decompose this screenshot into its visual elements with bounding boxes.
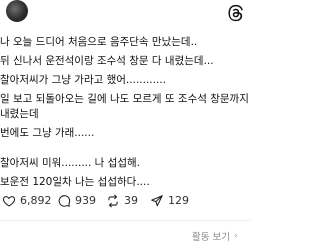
- threads-logo-icon[interactable]: [227, 4, 245, 22]
- activity-link[interactable]: 활동 보기 ›: [192, 228, 238, 244]
- post-actions: 6,892 939 39 129: [0, 192, 250, 210]
- comment-count: 939: [75, 194, 96, 207]
- avatar[interactable]: [6, 0, 28, 22]
- comment-button[interactable]: 939: [57, 192, 96, 210]
- comment-icon: [58, 195, 71, 207]
- share-count: 129: [168, 194, 189, 207]
- post-text-line: 찰아저씨가 그냥 가라고 했어............: [0, 74, 166, 86]
- repost-button[interactable]: 39: [106, 192, 138, 210]
- chevron-right-icon: ›: [233, 231, 238, 241]
- repost-icon: [108, 194, 118, 208]
- post-text-line: 뒤 신나서 운전석이랑 조수석 창문 다 내렸는데...: [0, 55, 214, 67]
- repost-count: 39: [124, 194, 138, 207]
- share-button[interactable]: 129: [150, 192, 189, 210]
- post-text-line: 보운전 120일차 나는 섭섭하다....: [0, 176, 150, 188]
- share-icon: [151, 195, 163, 207]
- activity-label: 활동 보기: [192, 232, 230, 243]
- post-text-line: 내렸는데: [0, 108, 39, 120]
- post-text-line: 찰아저씨 미워......... 나 섭섭해.: [0, 157, 140, 169]
- like-button[interactable]: 6,892: [2, 192, 52, 210]
- divider: [0, 220, 250, 221]
- like-count: 6,892: [20, 194, 52, 207]
- post-header: [0, 0, 250, 30]
- post-text-line: 나 오늘 드디어 처음으로 음주단속 만났는데..: [0, 36, 198, 48]
- post-text-line: 번에도 그냥 가래......: [0, 127, 95, 139]
- heart-icon: [2, 196, 16, 207]
- post-text-line: 일 보고 되돌아오는 길에 나도 모르게 또 조수석 창문까지: [0, 93, 249, 105]
